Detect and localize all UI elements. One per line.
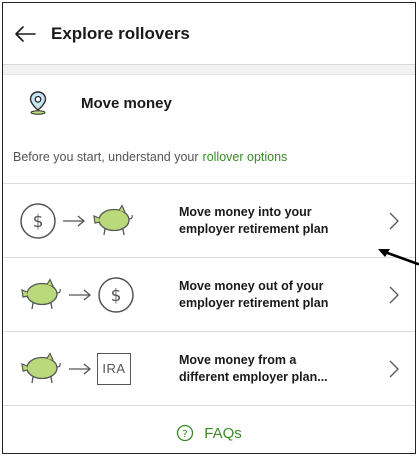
faq-label: FAQs (204, 424, 242, 442)
option-line-1: Move money out of your (179, 278, 324, 293)
svg-text:$: $ (33, 212, 44, 232)
option-label: Move money into your employer retirement… (179, 204, 367, 238)
question-circle-icon: ? (177, 424, 194, 442)
options-list: $ Move money into your employer retireme… (3, 183, 415, 406)
svg-text:?: ? (183, 429, 188, 440)
chevron-right-icon (389, 360, 399, 378)
option-icons: IRA (19, 351, 179, 387)
rollovers-panel: Explore rollovers Move money Before you … (2, 2, 416, 454)
option-line-1: Move money from a (179, 352, 297, 367)
piggy-bank-icon (21, 351, 61, 383)
intro-label: Before you start, understand your (13, 150, 199, 164)
chevron-right-icon (389, 286, 399, 304)
svg-text:$: $ (111, 286, 122, 306)
annotation-arrow-icon (378, 249, 419, 266)
arrow-right-icon (69, 363, 92, 374)
chevron-right-icon (389, 212, 399, 230)
arrow-right-icon (63, 215, 86, 226)
header: Explore rollovers (3, 3, 415, 65)
option-label: Move money from a different employer pla… (179, 352, 367, 386)
ira-icon: IRA (97, 352, 131, 385)
option-move-into-plan[interactable]: $ Move money into your employer retireme… (3, 184, 415, 258)
option-line-2: employer retirement plan (179, 295, 329, 310)
option-move-from-different-plan[interactable]: IRA Move money from a different employer… (3, 332, 415, 406)
section-title: Move money (81, 94, 172, 112)
option-icons: $ (19, 276, 179, 314)
location-pin-icon (29, 91, 47, 115)
ira-label: IRA (102, 361, 126, 376)
dollar-icon: $ (98, 276, 134, 313)
option-line-2: employer retirement plan (179, 221, 329, 236)
page-title: Explore rollovers (51, 23, 190, 43)
dollar-icon: $ (20, 202, 56, 239)
option-line-2: different employer plan... (179, 369, 328, 384)
intro-text: Before you start, understand your rollov… (3, 131, 415, 183)
piggy-bank-icon (93, 203, 133, 235)
option-icons: $ (19, 202, 179, 240)
option-label: Move money out of your employer retireme… (179, 278, 367, 312)
divider-band (3, 65, 415, 75)
option-move-out-of-plan[interactable]: $ Move money out of your employer retire… (3, 258, 415, 332)
piggy-bank-icon (21, 277, 61, 309)
option-line-1: Move money into your (179, 204, 312, 219)
arrow-left-icon[interactable] (13, 22, 37, 46)
section-header: Move money (3, 75, 415, 131)
arrow-right-icon (69, 289, 92, 300)
faq-link[interactable]: ? FAQs (3, 406, 415, 453)
rollover-options-link[interactable]: rollover options (203, 150, 288, 164)
